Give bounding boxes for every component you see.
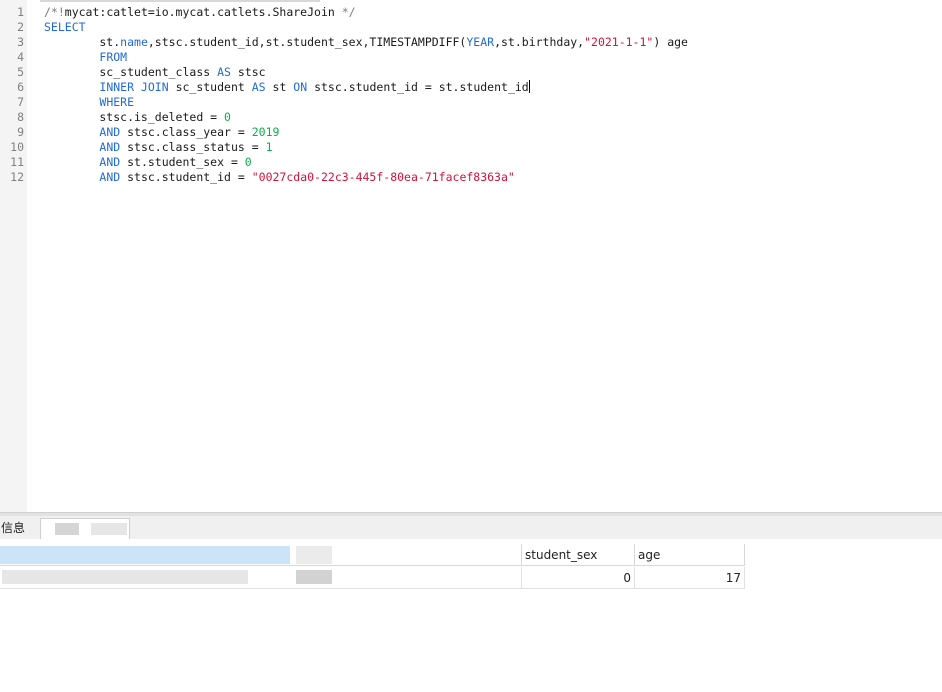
blurred-cell-text-2	[296, 570, 332, 584]
editor-top-tab-line	[40, 0, 320, 2]
code-token: st.student_sex =	[120, 155, 245, 169]
code-text: /*!mycat:catlet=io.mycat.catlets.ShareJo…	[44, 5, 356, 20]
blurred-header-text	[296, 546, 332, 564]
line-number: 12	[10, 170, 24, 184]
line-number: 9	[17, 125, 24, 139]
cell-student-sex[interactable]: 0	[521, 567, 635, 589]
code-line[interactable]: 11 AND st.student_sex = 0	[0, 155, 942, 170]
cell-age[interactable]: 17	[635, 567, 745, 589]
code-text: stsc.is_deleted = 0	[44, 110, 231, 125]
code-text: INNER JOIN sc_student AS st ON stsc.stud…	[44, 80, 530, 95]
code-token: FROM	[99, 50, 128, 64]
line-number: 4	[17, 50, 24, 64]
line-number: 11	[10, 155, 24, 169]
blurred-tab-label	[55, 523, 79, 535]
code-token: /*!	[44, 5, 65, 19]
column-header-student-sex[interactable]: student_sex	[521, 544, 635, 566]
result-tabs: 信息	[0, 516, 942, 539]
blurred-tab-label-2	[91, 523, 127, 535]
code-token: ) age	[653, 35, 688, 49]
tab-result[interactable]	[40, 518, 130, 539]
code-token: AND	[99, 125, 121, 139]
code-token: ,st.birthday,	[494, 35, 585, 49]
code-text: WHERE	[44, 95, 134, 110]
code-text: AND stsc.class_status = 1	[44, 140, 273, 155]
code-token: AND	[99, 140, 121, 154]
column-header-blurred[interactable]	[0, 544, 521, 566]
code-token: stsc.class_status =	[120, 140, 266, 154]
code-line[interactable]: 4 FROM	[0, 50, 942, 65]
code-line[interactable]: 8 stsc.is_deleted = 0	[0, 110, 942, 125]
code-token: 2019	[251, 125, 280, 139]
code-token: mycat:catlet=io.mycat.catlets.ShareJoin	[64, 5, 342, 19]
code-line[interactable]: 9 AND stsc.class_year = 2019	[0, 125, 942, 140]
code-line[interactable]: 2 SELECT	[0, 20, 942, 35]
code-token: WHERE	[99, 95, 135, 109]
code-token: YEAR	[466, 35, 495, 49]
column-header-age[interactable]: age	[635, 544, 745, 566]
line-number: 2	[17, 20, 24, 34]
code-token: "2021-1-1"	[584, 35, 654, 49]
tab-info[interactable]: 信息	[0, 518, 36, 539]
code-text: SELECT	[44, 20, 86, 35]
code-text: sc_student_class AS stsc	[44, 65, 266, 80]
code-line[interactable]: 6 INNER JOIN sc_student AS st ON stsc.st…	[0, 80, 942, 95]
code-line[interactable]: 1 /*!mycat:catlet=io.mycat.catlets.ShareJ…	[0, 5, 942, 20]
code-token: AND	[99, 170, 121, 184]
code-line[interactable]: 3 st.name,stsc.student_id,st.student_sex…	[0, 35, 942, 50]
line-number: 3	[17, 35, 24, 49]
code-token: stsc.is_deleted =	[44, 110, 225, 124]
line-number: 8	[17, 110, 24, 124]
code-token: AS	[251, 80, 266, 94]
code-token: stsc.student_id =	[120, 170, 252, 184]
code-token: st	[265, 80, 294, 94]
code-token: SELECT	[44, 20, 86, 34]
code-text: FROM	[44, 50, 127, 65]
code-token: */	[341, 5, 356, 19]
code-token: AS	[217, 65, 231, 79]
code-token: stsc	[230, 65, 266, 79]
code-token: sc_student	[168, 80, 252, 94]
code-token: 0	[224, 110, 231, 124]
code-line[interactable]: 12 AND stsc.student_id = "0027cda0-22c3-…	[0, 170, 942, 185]
code-token: name	[120, 35, 148, 49]
selected-header-highlight	[0, 546, 290, 564]
code-text: AND st.student_sex = 0	[44, 155, 252, 170]
line-number: 7	[17, 95, 24, 109]
code-token: "0027cda0-22c3-445f-80ea-71facef8363a"	[251, 170, 515, 184]
line-number: 5	[17, 65, 24, 79]
code-token: AND	[99, 155, 121, 169]
text-caret	[528, 80, 530, 93]
code-text: AND stsc.student_id = "0027cda0-22c3-445…	[44, 170, 515, 185]
code-token: sc_student_class	[44, 65, 218, 79]
code-line[interactable]: 10 AND stsc.class_status = 1	[0, 140, 942, 155]
code-token: INNER JOIN	[99, 80, 169, 94]
code-token: ,stsc.student_id,st.student_sex,TIMESTAM…	[147, 35, 467, 49]
code-text: st.name,stsc.student_id,st.student_sex,T…	[44, 35, 688, 50]
line-number: 6	[17, 80, 24, 94]
blurred-cell-text	[2, 570, 248, 584]
code-token: stsc.student_id = st.student_id	[307, 80, 529, 94]
line-number: 10	[10, 140, 24, 154]
line-number: 1	[17, 5, 24, 19]
code-token: st.	[44, 35, 121, 49]
code-line[interactable]: 5 sc_student_class AS stsc	[0, 65, 942, 80]
code-token: 0	[244, 155, 252, 169]
code-line[interactable]: 7 WHERE	[0, 95, 942, 110]
code-text: AND stsc.class_year = 2019	[44, 125, 279, 140]
code-token: stsc.class_year =	[120, 125, 252, 139]
code-token: ON	[293, 80, 308, 94]
sql-editor[interactable]: 1 /*!mycat:catlet=io.mycat.catlets.ShareJ…	[0, 0, 942, 512]
code-token: 1	[265, 140, 273, 154]
cell-blurred[interactable]	[0, 567, 521, 589]
